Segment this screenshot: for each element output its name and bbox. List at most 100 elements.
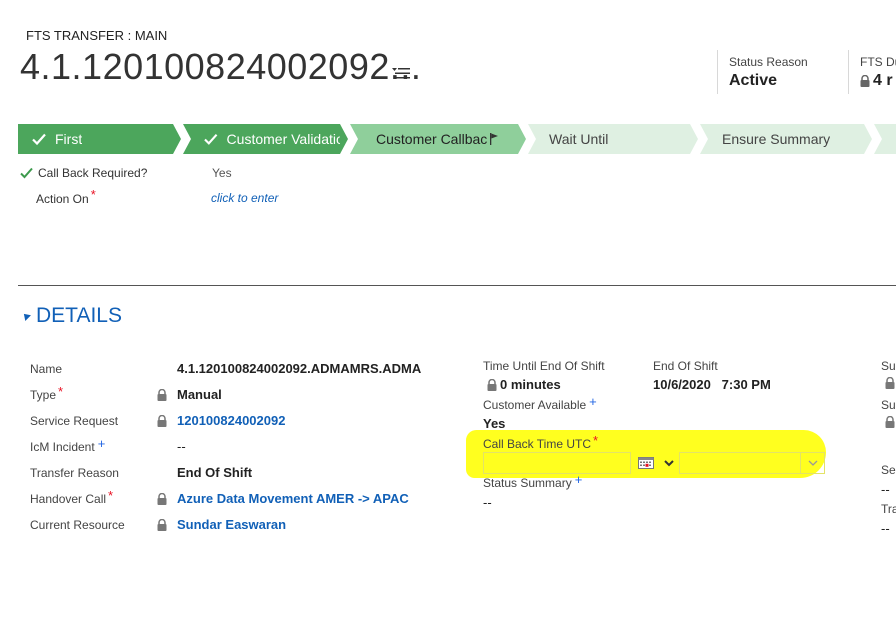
required-marker: * xyxy=(90,187,96,202)
entity-form-label: FTS TRANSFER : MAIN xyxy=(26,28,168,43)
field-label-time-until-end-of-shift: Time Until End Of Shift xyxy=(483,359,605,373)
field-value-status-summary[interactable]: -- xyxy=(483,495,492,510)
checkmark-icon xyxy=(32,133,46,146)
call-back-date-input[interactable] xyxy=(483,452,631,474)
label-text: IcM Incident xyxy=(30,440,95,454)
business-process-flow: First Customer Validatio Customer Callba… xyxy=(18,124,896,154)
lock-icon xyxy=(157,414,167,427)
section-divider xyxy=(18,285,896,286)
stage-label: Customer Callbac xyxy=(376,131,488,147)
lock-icon xyxy=(157,518,167,531)
stage-label: First xyxy=(55,131,83,147)
step-action-on: Action On * xyxy=(36,187,96,206)
label-text: Name xyxy=(30,362,63,376)
label-text: Time Until End Of Shift xyxy=(483,359,605,373)
label-text: Status Summary xyxy=(483,476,572,490)
field-value-customer-available[interactable]: Yes xyxy=(483,416,505,431)
call-back-time-datetime-control xyxy=(483,452,825,474)
field-label-type: Type * xyxy=(30,384,63,403)
chevron-down-icon[interactable] xyxy=(661,452,677,474)
field-label-right-2: Su xyxy=(881,398,896,412)
field-label-icm-incident: IcM Incident + xyxy=(30,436,105,455)
time-dropdown-chevron-icon[interactable] xyxy=(801,452,825,474)
step-call-back-required: Call Back Required? xyxy=(20,166,147,180)
header-field-value: Active xyxy=(729,72,778,89)
label-text: Handover Call xyxy=(30,492,107,506)
field-label-right-4: Tra xyxy=(881,502,896,516)
lock-icon xyxy=(885,377,895,389)
field-value-type: Manual xyxy=(157,387,222,402)
lock-icon xyxy=(157,388,167,401)
label-text: Current Resource xyxy=(30,518,125,532)
step-label: Action On xyxy=(36,191,89,206)
call-back-time-input[interactable] xyxy=(679,452,801,474)
field-value-current-resource: Sundar Easwaran xyxy=(157,517,286,532)
required-marker: * xyxy=(108,488,114,503)
current-resource-link[interactable]: Sundar Easwaran xyxy=(177,517,286,532)
header-field-label: Status Reason xyxy=(729,55,808,69)
field-value-icm-incident[interactable]: -- xyxy=(177,439,186,454)
calendar-icon[interactable] xyxy=(631,452,661,474)
field-label-name: Name xyxy=(30,362,62,376)
field-label-call-back-time-utc: Call Back Time UTC * xyxy=(483,433,598,452)
checkmark-icon xyxy=(204,133,218,145)
field-value-name[interactable]: 4.1.120100824002092.ADMAMRS.ADMA xyxy=(177,361,427,376)
stage-customer-validation[interactable]: Customer Validatio xyxy=(204,124,340,154)
checkmark-icon xyxy=(20,167,33,179)
form-selector-icon[interactable] xyxy=(392,66,410,80)
stage-wait-until[interactable]: Wait Until xyxy=(549,124,679,154)
field-value-service-request: 120100824002092 xyxy=(157,413,285,428)
field-label-right-1: Su xyxy=(881,359,896,373)
recommended-marker: + xyxy=(574,472,583,487)
stage-label: Wait Until xyxy=(549,131,609,147)
required-marker: * xyxy=(58,384,64,399)
stage-label: Ensure Summary xyxy=(722,131,831,147)
field-value-handover-call: Azure Data Movement AMER -> APAC xyxy=(157,491,409,506)
label-text: Transfer Reason xyxy=(30,466,119,480)
flag-icon xyxy=(490,133,499,145)
record-title: 4.1.120100824002092... xyxy=(20,46,422,87)
value-text: Manual xyxy=(177,387,222,402)
value-text: 0 minutes xyxy=(500,377,561,392)
lock-icon xyxy=(860,75,870,87)
field-label-transfer-reason: Transfer Reason xyxy=(30,466,119,480)
lock-icon xyxy=(885,416,895,428)
stage-first[interactable]: First xyxy=(32,124,172,154)
field-label-current-resource: Current Resource xyxy=(30,518,125,532)
stage-label: Customer Validatio xyxy=(226,131,340,147)
label-text: Type xyxy=(30,388,57,402)
handover-call-link[interactable]: Azure Data Movement AMER -> APAC xyxy=(177,491,409,506)
header-field-value-wrap: 4 r xyxy=(860,72,896,90)
field-value-transfer-reason[interactable]: End Of Shift xyxy=(177,465,252,480)
recommended-marker: + xyxy=(589,394,597,409)
section-header-details[interactable]: DETAILS xyxy=(21,304,122,328)
lock-icon xyxy=(487,378,497,391)
label-text: Customer Available xyxy=(483,398,587,412)
label-text: End Of Shift xyxy=(653,359,718,373)
step-value-call-back-required[interactable]: Yes xyxy=(212,166,232,180)
stage-ensure-summary[interactable]: Ensure Summary xyxy=(722,124,862,154)
service-request-link[interactable]: 120100824002092 xyxy=(177,413,285,428)
field-label-customer-available: Customer Available + xyxy=(483,394,597,413)
field-label-right-3: Sel xyxy=(881,463,896,477)
header-field-status-reason: Status Reason Active xyxy=(717,50,808,94)
step-value-action-on[interactable]: click to enter xyxy=(211,191,278,205)
required-marker: * xyxy=(593,433,599,448)
step-label: Call Back Required? xyxy=(38,166,148,180)
field-value-right-1 xyxy=(885,377,895,389)
collapse-triangle-icon xyxy=(21,311,31,321)
stage-shape-next xyxy=(874,124,896,154)
field-label-service-request: Service Request xyxy=(30,414,118,428)
field-label-end-of-shift: End Of Shift xyxy=(653,359,718,373)
label-text: Call Back Time UTC xyxy=(483,437,592,451)
field-value-right-4[interactable]: -- xyxy=(881,521,890,536)
field-label-status-summary: Status Summary + xyxy=(483,472,582,491)
recommended-marker: + xyxy=(97,436,106,451)
field-value-end-of-shift[interactable]: 10/6/2020 7:30 PM xyxy=(653,377,771,392)
label-text: Service Request xyxy=(30,414,119,428)
field-value-right-3[interactable]: -- xyxy=(881,482,890,497)
header-field-value: 4 r xyxy=(873,72,893,89)
header-field-label: FTS Du xyxy=(860,55,896,69)
stage-customer-callback[interactable]: Customer Callbac xyxy=(376,124,516,154)
field-value-right-2 xyxy=(885,416,895,428)
